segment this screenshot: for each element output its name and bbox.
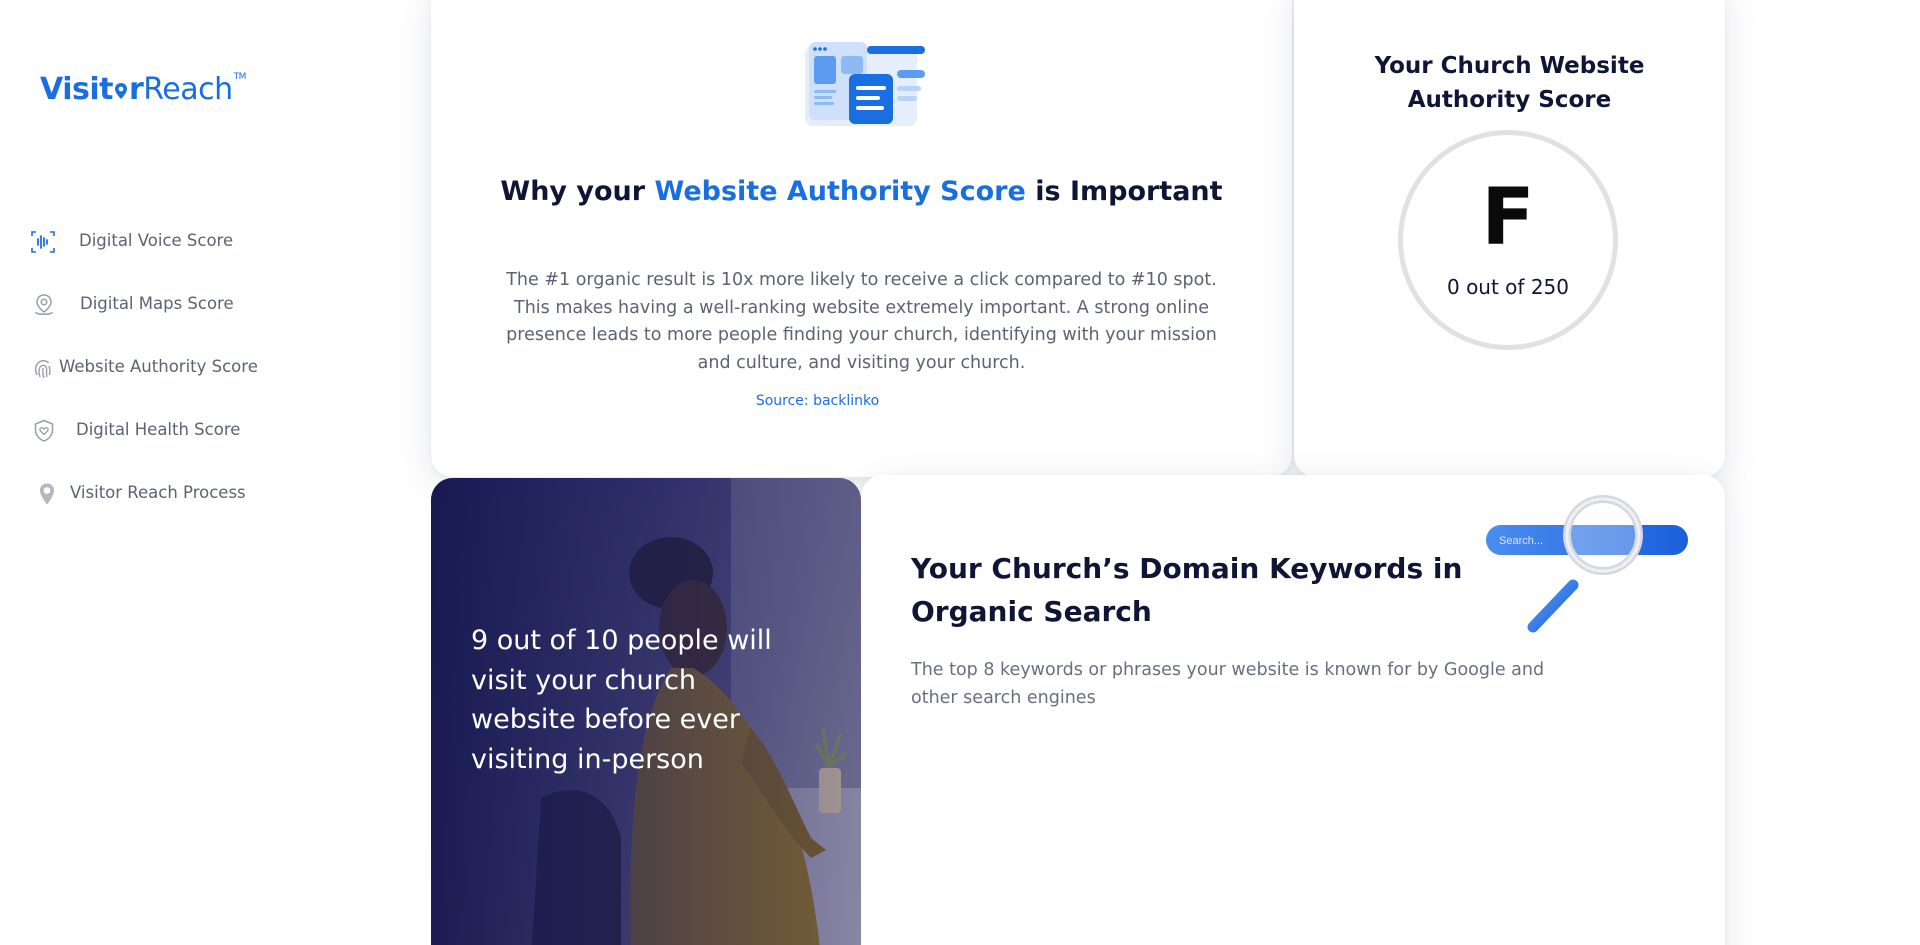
sidebar-item-label: Digital Health Score bbox=[76, 420, 241, 439]
logo-text-part1: Visit bbox=[40, 72, 113, 107]
location-pin-icon bbox=[40, 483, 54, 505]
domain-keywords-card: Your Church’s Domain Keywords in Organic… bbox=[861, 475, 1725, 945]
source-link[interactable]: Source: backlinko bbox=[431, 393, 1204, 409]
search-magnifier-illustration-icon: Search... bbox=[1486, 495, 1688, 633]
search-placeholder: Search... bbox=[1499, 535, 1543, 547]
sidebar-item-visitor-reach-process[interactable]: Visitor Reach Process bbox=[0, 462, 310, 525]
visit-stat-text: 9 out of 10 people will visit your churc… bbox=[471, 625, 772, 775]
website-illustration-icon bbox=[805, 42, 925, 126]
sidebar-item-website-authority-score[interactable]: Website Authority Score bbox=[0, 336, 310, 399]
score-card-title: Your Church Website Authority Score bbox=[1374, 53, 1645, 113]
score-grade: F bbox=[1481, 173, 1535, 263]
fingerprint-icon bbox=[34, 360, 51, 379]
logo-text-part3: Reach bbox=[143, 72, 233, 107]
why-body-text: The #1 organic result is 10x more likely… bbox=[506, 270, 1217, 373]
sidebar-item-digital-health-score[interactable]: Digital Health Score bbox=[0, 399, 310, 462]
why-title-accent: Website Authority Score bbox=[654, 176, 1026, 207]
sidebar-item-digital-maps-score[interactable]: Digital Maps Score bbox=[0, 273, 310, 336]
keywords-title: Your Church’s Domain Keywords in Organic… bbox=[911, 552, 1463, 628]
sidebar-item-label: Website Authority Score bbox=[59, 357, 258, 376]
sidebar: Visit rReachTM Digital Voice Score Digita… bbox=[0, 0, 310, 945]
sidebar-item-label: Digital Voice Score bbox=[79, 231, 234, 250]
voice-waveform-icon bbox=[31, 231, 55, 253]
sidebar-item-digital-voice-score[interactable]: Digital Voice Score bbox=[0, 210, 310, 273]
authority-score-card: Your Church Website Authority Score F 0 … bbox=[1294, 0, 1725, 477]
logo-pin-icon bbox=[114, 83, 127, 99]
score-ring: F 0 out of 250 bbox=[1398, 130, 1618, 350]
sidebar-item-label: Digital Maps Score bbox=[80, 294, 234, 313]
map-pin-icon bbox=[35, 294, 53, 315]
why-title-prefix: Why your bbox=[500, 176, 655, 207]
sidebar-item-label: Visitor Reach Process bbox=[70, 483, 246, 502]
shield-heart-icon bbox=[34, 419, 54, 442]
visitor-reach-logo[interactable]: Visit rReachTM bbox=[40, 72, 246, 107]
score-value: 0 out of 250 bbox=[1446, 275, 1569, 299]
why-title-suffix: is Important bbox=[1025, 176, 1223, 207]
why-title: Why your Website Authority Score is Impo… bbox=[491, 172, 1232, 212]
why-authority-card: Why your Website Authority Score is Impo… bbox=[431, 0, 1292, 477]
logo-text-part2: r bbox=[128, 72, 144, 107]
logo-trademark: TM bbox=[233, 72, 247, 82]
keywords-subtitle: The top 8 keywords or phrases your websi… bbox=[911, 660, 1545, 708]
sidebar-nav: Digital Voice Score Digital Maps Score W… bbox=[0, 210, 310, 525]
visit-stat-photo-card: 9 out of 10 people will visit your churc… bbox=[431, 478, 861, 945]
